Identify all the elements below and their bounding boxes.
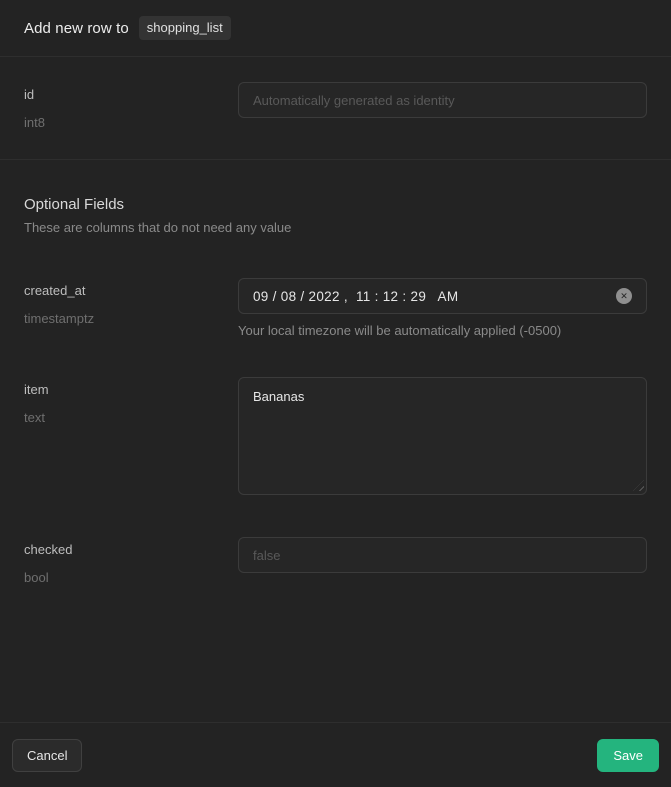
add-row-panel: Add new row to shopping_list id int8 Opt… bbox=[0, 0, 671, 787]
field-name-id: id bbox=[24, 86, 238, 104]
field-name-created-at: created_at bbox=[24, 282, 238, 300]
optional-fields-section: Optional Fields These are columns that d… bbox=[0, 160, 671, 722]
field-type-item: text bbox=[24, 409, 238, 427]
required-fields-section: id int8 bbox=[0, 57, 671, 160]
field-name-item: item bbox=[24, 381, 238, 399]
field-row-id: id int8 bbox=[24, 82, 647, 132]
field-row-checked: checked bool bbox=[24, 537, 647, 587]
checked-input[interactable] bbox=[238, 537, 647, 573]
timezone-helper-text: Your local timezone will be automaticall… bbox=[238, 323, 647, 338]
field-type-checked: bool bbox=[24, 569, 238, 587]
created-at-datetime-input[interactable]: 09 / 08 / 2022 , 11 : 12 : 29 AM ✕ bbox=[238, 278, 647, 314]
panel-footer: Cancel Save bbox=[0, 722, 671, 787]
panel-header: Add new row to shopping_list bbox=[0, 0, 671, 57]
clear-datetime-icon[interactable]: ✕ bbox=[616, 288, 632, 304]
save-button[interactable]: Save bbox=[597, 739, 659, 772]
item-textarea[interactable]: Bananas bbox=[238, 377, 647, 495]
created-at-value: 09 / 08 / 2022 , 11 : 12 : 29 AM bbox=[253, 289, 616, 304]
field-type-id: int8 bbox=[24, 114, 238, 132]
field-name-checked: checked bbox=[24, 541, 238, 559]
table-name-badge: shopping_list bbox=[139, 16, 231, 40]
field-row-created-at: created_at timestamptz 09 / 08 / 2022 , … bbox=[24, 278, 647, 338]
field-row-item: item text Bananas bbox=[24, 377, 647, 495]
panel-title: Add new row to bbox=[24, 20, 129, 37]
cancel-button[interactable]: Cancel bbox=[12, 739, 82, 772]
optional-fields-title: Optional Fields bbox=[24, 196, 647, 213]
field-type-created-at: timestamptz bbox=[24, 310, 238, 328]
optional-fields-subtitle: These are columns that do not need any v… bbox=[24, 220, 647, 235]
id-input[interactable] bbox=[238, 82, 647, 118]
